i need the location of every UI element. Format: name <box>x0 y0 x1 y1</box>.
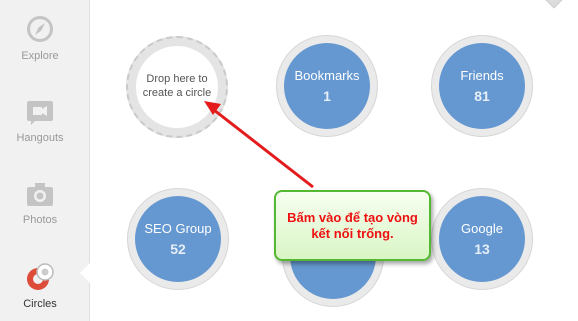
annotation-text: kết nối trống. <box>311 226 394 241</box>
annotation-arrow <box>204 101 314 189</box>
annotation-callout: Bấm vào để tạo vòng kết nối trống. <box>274 190 431 261</box>
annotation-text: Bấm vào để tạo vòng <box>287 210 418 225</box>
